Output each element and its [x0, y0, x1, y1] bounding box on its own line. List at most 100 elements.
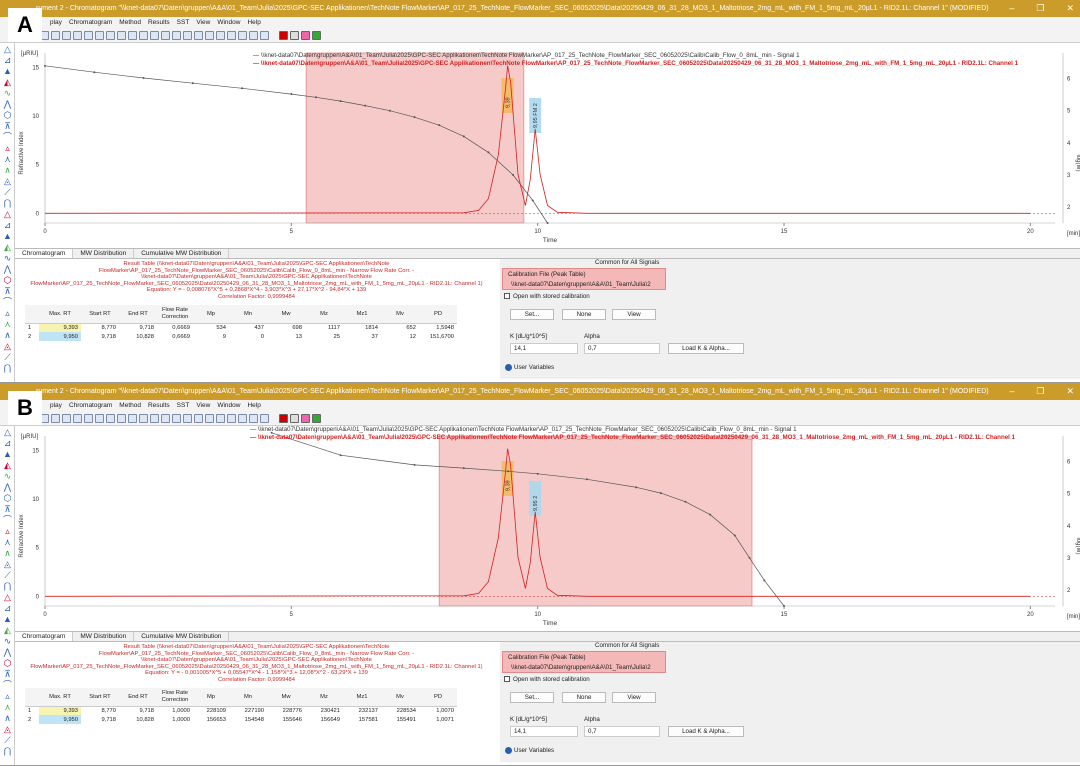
toolbar-button[interactable] — [301, 31, 310, 40]
table-row[interactable]: 1 9,393 8,770 9,718 0,6669 534 437 698 1117 1814 6… — [25, 323, 457, 332]
checkbox-icon[interactable] — [504, 293, 510, 300]
checkbox-icon[interactable] — [504, 676, 510, 683]
toolbar-button[interactable] — [73, 31, 82, 40]
open-stored-calibration-checkbox[interactable]: Open with stored calibration — [504, 676, 590, 683]
toolbar-button[interactable] — [51, 414, 60, 423]
peak-tool-icon[interactable]: ⋏ — [3, 155, 12, 164]
peak-tool-icon[interactable]: ⋂ — [3, 747, 12, 756]
view-button[interactable]: View — [612, 692, 656, 703]
calibration-file-box[interactable]: Calibration File (Peak Table) \\knet-dat… — [502, 268, 666, 290]
toolbar-button[interactable] — [183, 414, 192, 423]
peak-tool-icon[interactable]: ⬡ — [3, 494, 12, 503]
peak-tool-icon[interactable]: ▵ — [3, 692, 12, 701]
toolbar-button[interactable] — [150, 31, 159, 40]
peak-tool-icon[interactable]: ⊿ — [3, 604, 12, 613]
toolbar-button[interactable] — [106, 414, 115, 423]
toolbar-button[interactable] — [172, 414, 181, 423]
close-button[interactable]: ✕ — [1066, 383, 1074, 400]
set-button[interactable]: Set... — [510, 692, 554, 703]
peak-tool-icon[interactable]: ∧ — [3, 714, 12, 723]
close-button[interactable]: ✕ — [1066, 0, 1074, 17]
toolbar-button[interactable] — [183, 31, 192, 40]
toolbar-button[interactable] — [161, 31, 170, 40]
peak-tool-icon[interactable]: ⊼ — [3, 670, 12, 679]
peak-tool-icon[interactable]: ∧ — [3, 331, 12, 340]
toolbar-button[interactable] — [194, 31, 203, 40]
toolbar-button[interactable] — [128, 31, 137, 40]
minimize-button[interactable]: – — [1009, 383, 1014, 400]
expand-icon[interactable] — [505, 747, 512, 754]
toolbar-button[interactable] — [238, 414, 247, 423]
peak-tool-icon[interactable]: ▲ — [3, 615, 12, 624]
tab-chromatogram[interactable]: Chromatogram — [15, 249, 74, 258]
menu-method[interactable]: Method — [119, 17, 141, 29]
peak-tool-icon[interactable]: ◬ — [3, 177, 12, 186]
peak-tool-icon[interactable]: ▲ — [3, 232, 12, 241]
peak-tool-icon[interactable]: ▲ — [3, 450, 12, 459]
toolbar-button[interactable] — [249, 414, 258, 423]
peak-tool-icon[interactable]: ▵ — [3, 527, 12, 536]
toolbar-button[interactable] — [172, 31, 181, 40]
toolbar-button[interactable] — [73, 414, 82, 423]
menu-help[interactable]: Help — [247, 17, 260, 29]
peak-tool-icon[interactable]: ◬ — [3, 342, 12, 351]
tab-mw-distribution[interactable]: MW Distribution — [73, 249, 135, 258]
toolbar-button[interactable] — [194, 414, 203, 423]
peak-tool-icon[interactable]: ∧ — [3, 549, 12, 558]
table-row[interactable]: 1 9,393 8,770 9,718 1,0000 228109 227190 228776… — [25, 706, 457, 715]
peak-tool-icon[interactable]: ⌒ — [3, 298, 12, 307]
menu-view[interactable]: View — [196, 400, 210, 412]
peak-tool-icon[interactable]: △ — [3, 210, 12, 219]
expand-icon[interactable] — [505, 364, 512, 371]
table-row[interactable]: 2 9,950 9,718 10,828 0,6669 9 0 13 25 37 12 151,670… — [25, 332, 457, 341]
toolbar-button[interactable] — [117, 414, 126, 423]
maximize-button[interactable]: ❐ — [1036, 383, 1044, 400]
peak-tool-icon[interactable]: ⌒ — [3, 133, 12, 142]
toolbar-button[interactable] — [106, 31, 115, 40]
chromatogram-plot[interactable]: 9,39 9,95 FM 2 0 5 10 15 20 0 5 10 15 2 3 4 5 6 Time [min… — [15, 43, 1080, 248]
toolbar-button[interactable] — [150, 414, 159, 423]
toolbar-button[interactable] — [161, 414, 170, 423]
peak-tool-icon[interactable]: ⋏ — [3, 320, 12, 329]
peak-tool-icon[interactable]: ⬡ — [3, 111, 12, 120]
toolbar-button[interactable] — [216, 31, 225, 40]
none-button[interactable]: None — [562, 692, 606, 703]
toolbar-button[interactable] — [260, 31, 269, 40]
peak-tool-icon[interactable]: △ — [3, 593, 12, 602]
peak-tool-icon[interactable]: ∿ — [3, 89, 12, 98]
peak-tool-icon[interactable]: ⬡ — [3, 659, 12, 668]
menu-window[interactable]: Window — [217, 400, 240, 412]
tab-cumulative-mw[interactable]: Cumulative MW Distribution — [134, 632, 230, 641]
load-k-alpha-button[interactable]: Load K & Alpha... — [668, 343, 744, 354]
peak-tool-icon[interactable]: ∿ — [3, 472, 12, 481]
peak-tool-icon[interactable]: ⌒ — [3, 516, 12, 525]
peak-tool-icon[interactable]: ⋂ — [3, 582, 12, 591]
minimize-button[interactable]: – — [1009, 0, 1014, 17]
menu-window[interactable]: Window — [217, 17, 240, 29]
peak-tool-icon[interactable]: ⋀ — [3, 100, 12, 109]
menu-results[interactable]: Results — [148, 400, 170, 412]
peak-tool-icon[interactable]: ⊿ — [3, 56, 12, 65]
toolbar-button[interactable] — [84, 414, 93, 423]
tab-mw-distribution[interactable]: MW Distribution — [73, 632, 135, 641]
peak-tool-icon[interactable]: ⌒ — [3, 681, 12, 690]
peak-tool-icon[interactable]: ◭ — [3, 626, 12, 635]
peak-tool-icon[interactable]: ⋏ — [3, 703, 12, 712]
toolbar-button[interactable] — [62, 31, 71, 40]
peak-tool-icon[interactable]: ◬ — [3, 560, 12, 569]
toolbar-button[interactable] — [117, 31, 126, 40]
peak-tool-icon[interactable]: ⊿ — [3, 221, 12, 230]
peak-tool-icon[interactable]: ⋀ — [3, 648, 12, 657]
peak-tool-icon[interactable]: ◭ — [3, 461, 12, 470]
menu-method[interactable]: Method — [119, 400, 141, 412]
tab-cumulative-mw[interactable]: Cumulative MW Distribution — [134, 249, 230, 258]
load-k-alpha-button[interactable]: Load K & Alpha... — [668, 726, 744, 737]
chromatogram-plot[interactable]: 9,39 9,95 2 0 5 10 15 20 0 5 10 15 2 3 4 5 6 Time [min] [µ… — [15, 426, 1080, 631]
toolbar-button[interactable] — [139, 414, 148, 423]
k-input[interactable]: 14,1 — [510, 343, 578, 354]
peak-tool-icon[interactable]: ⊼ — [3, 505, 12, 514]
peak-tool-icon[interactable]: ⟋ — [3, 188, 12, 197]
peak-tool-icon[interactable]: ▵ — [3, 309, 12, 318]
toolbar-button[interactable] — [301, 414, 310, 423]
peak-tool-icon[interactable]: ⊿ — [3, 439, 12, 448]
